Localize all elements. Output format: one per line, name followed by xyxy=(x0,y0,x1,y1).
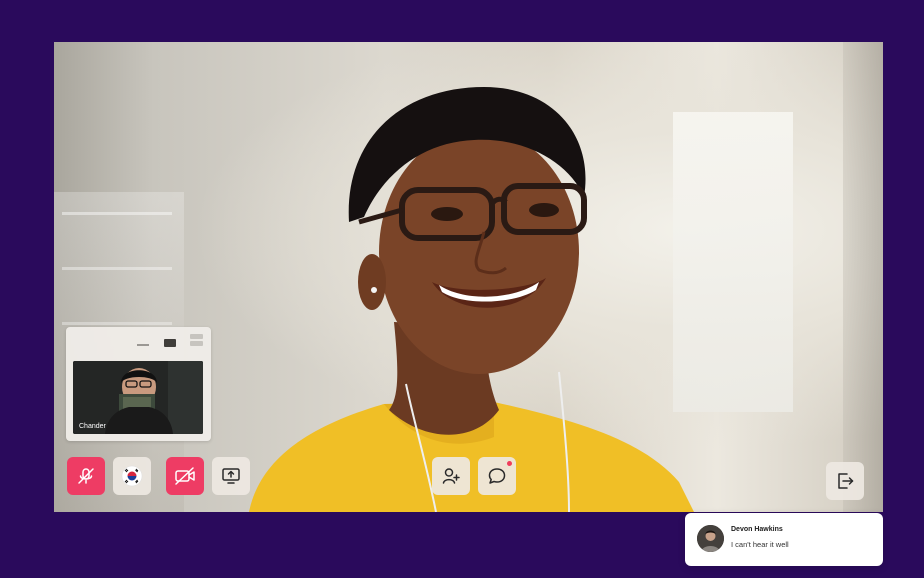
remote-participant xyxy=(249,87,694,512)
add-participant-button[interactable] xyxy=(432,457,470,495)
leave-call-button[interactable] xyxy=(826,462,864,500)
layout-icon[interactable] xyxy=(190,334,203,346)
camera-button[interactable] xyxy=(166,457,204,495)
language-button[interactable] xyxy=(113,457,151,495)
main-video xyxy=(54,42,883,512)
chat-sender-name: Devon Hawkins xyxy=(731,526,783,533)
leave-icon xyxy=(835,471,855,491)
video-off-icon xyxy=(174,466,196,486)
mute-button[interactable] xyxy=(67,457,105,495)
avatar xyxy=(697,525,724,552)
chat-button[interactable] xyxy=(478,457,516,495)
self-video: Chander xyxy=(73,361,203,434)
chat-notification[interactable]: Devon Hawkins I can't hear it well xyxy=(685,513,883,566)
south-korea-flag-icon xyxy=(121,465,143,487)
chat-icon xyxy=(487,466,507,486)
screen-share-icon xyxy=(221,467,241,485)
self-participant-name: Chander xyxy=(79,423,106,430)
chat-message-text: I can't hear it well xyxy=(731,540,789,549)
add-user-icon xyxy=(441,466,461,486)
screen-share-button[interactable] xyxy=(212,457,250,495)
minimize-icon[interactable] xyxy=(137,344,149,346)
unread-indicator xyxy=(507,461,512,466)
self-view-panel[interactable]: Chander xyxy=(66,327,211,441)
mic-off-icon xyxy=(76,466,96,486)
restore-icon[interactable] xyxy=(164,339,176,347)
